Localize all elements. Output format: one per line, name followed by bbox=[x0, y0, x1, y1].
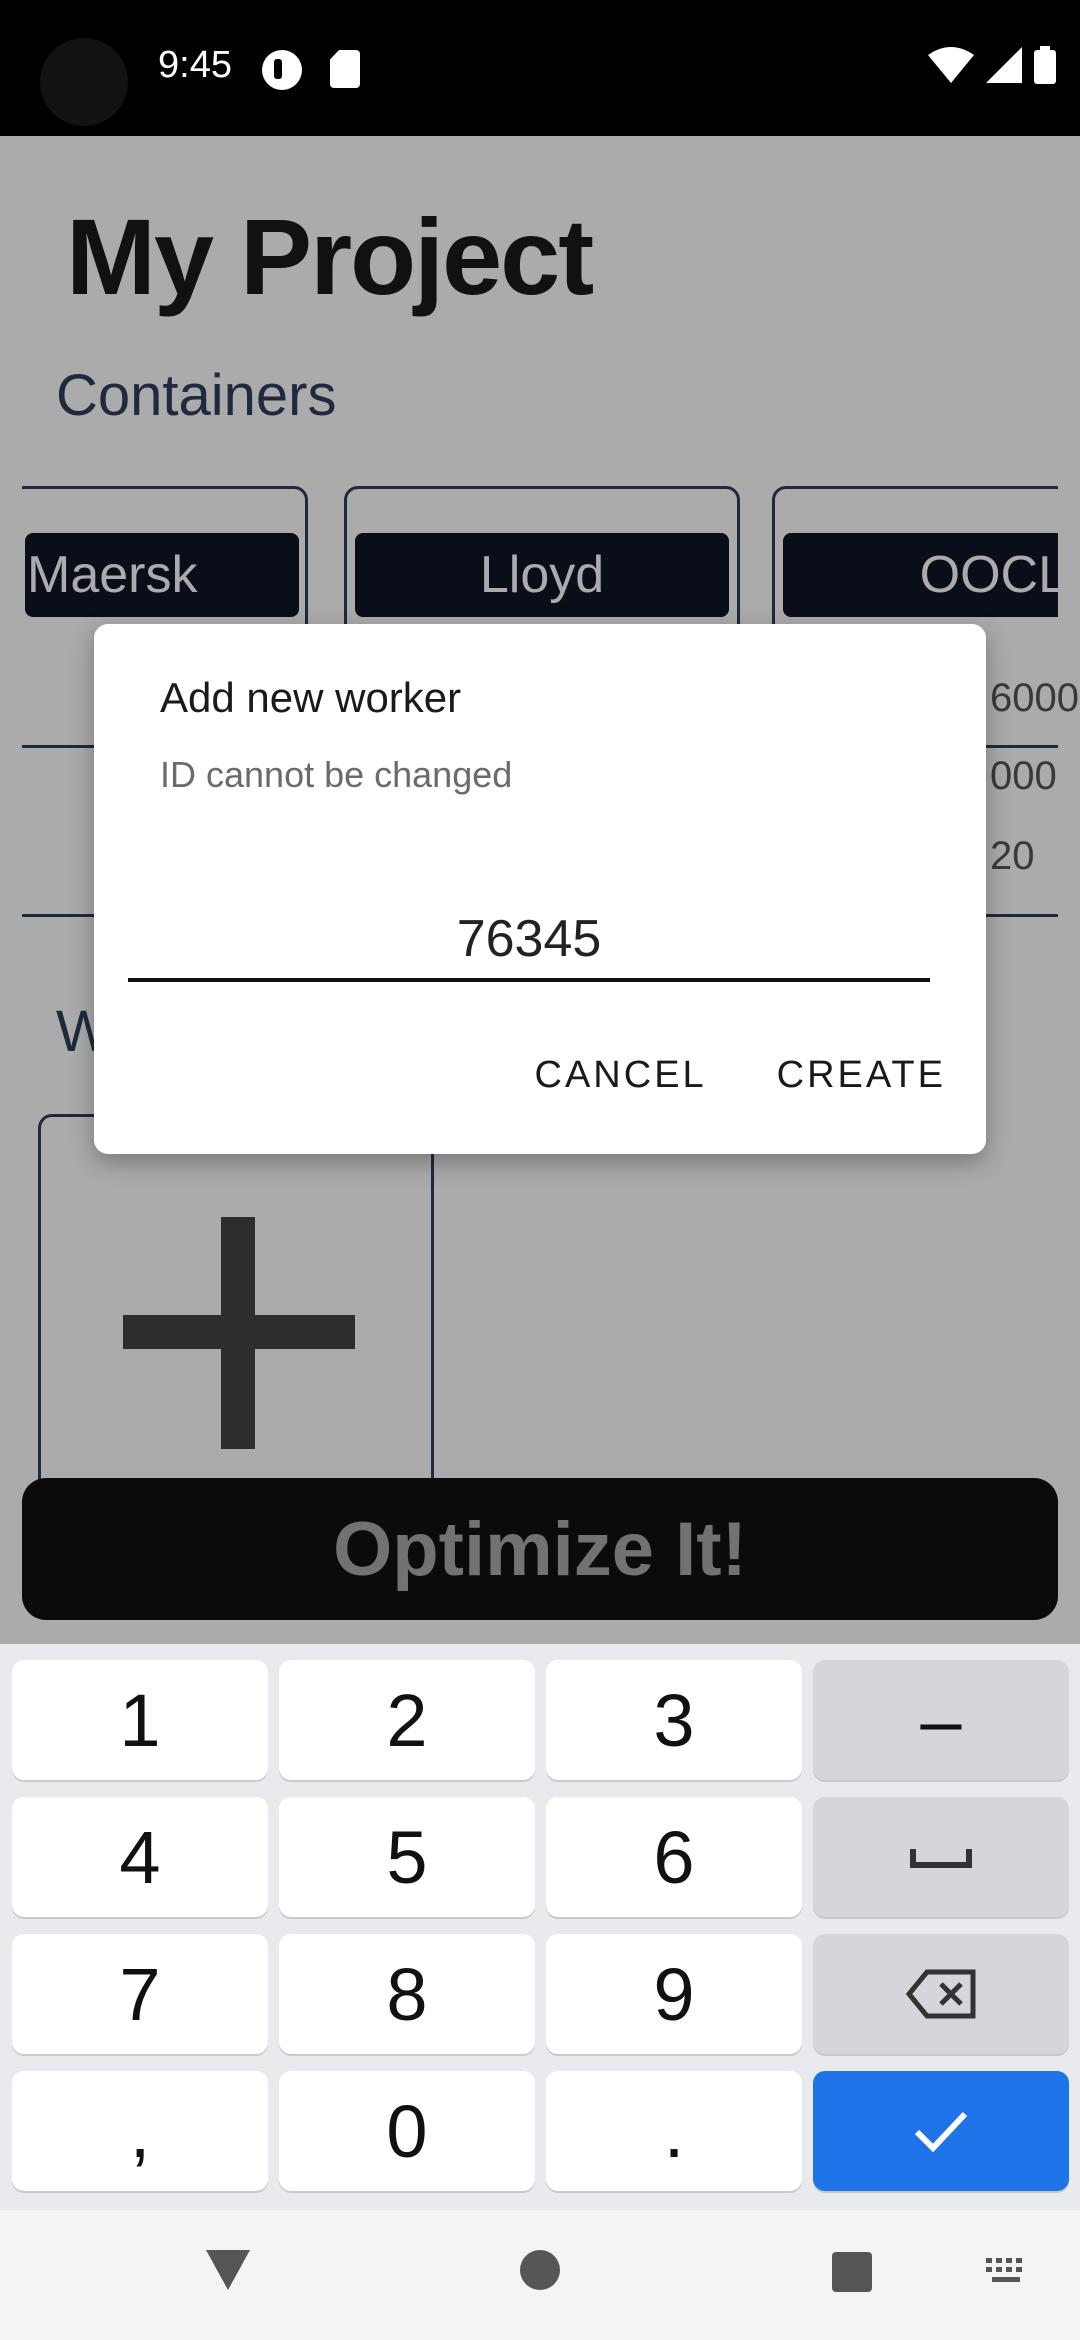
key-3[interactable]: 3 bbox=[546, 1660, 802, 1780]
home-icon[interactable] bbox=[520, 2250, 560, 2290]
battery-icon bbox=[1034, 46, 1056, 84]
create-button[interactable]: CREATE bbox=[777, 1054, 946, 1097]
signal-icon bbox=[986, 47, 1022, 83]
key-9[interactable]: 9 bbox=[546, 1934, 802, 2054]
key-minus[interactable]: – bbox=[813, 1660, 1069, 1780]
key-5[interactable]: 5 bbox=[279, 1797, 535, 1917]
backspace-icon bbox=[905, 1969, 976, 2019]
camera-cutout bbox=[40, 38, 128, 126]
key-backspace[interactable] bbox=[813, 1934, 1069, 2054]
notification-icon bbox=[262, 50, 302, 90]
status-icons bbox=[928, 46, 1056, 84]
key-7[interactable]: 7 bbox=[12, 1934, 268, 2054]
key-8[interactable]: 8 bbox=[279, 1934, 535, 2054]
sd-card-icon bbox=[330, 50, 360, 88]
key-comma[interactable]: , bbox=[12, 2071, 268, 2191]
key-2[interactable]: 2 bbox=[279, 1660, 535, 1780]
key-space[interactable] bbox=[813, 1797, 1069, 1917]
dialog-title: Add new worker bbox=[160, 674, 462, 721]
key-6[interactable]: 6 bbox=[546, 1797, 802, 1917]
recents-icon[interactable] bbox=[832, 2252, 872, 2292]
wifi-icon bbox=[928, 47, 974, 83]
dialog-subtitle: ID cannot be changed bbox=[160, 754, 513, 795]
add-worker-dialog: Add new worker ID cannot be changed CANC… bbox=[94, 624, 986, 1154]
back-icon[interactable] bbox=[206, 2250, 250, 2290]
worker-id-input[interactable] bbox=[128, 900, 930, 982]
check-icon bbox=[914, 2111, 968, 2152]
space-icon bbox=[910, 1849, 972, 1868]
keyboard-switch-icon[interactable] bbox=[984, 2256, 1030, 2286]
key-1[interactable]: 1 bbox=[12, 1660, 268, 1780]
key-0[interactable]: 0 bbox=[279, 2071, 535, 2191]
system-nav-bar bbox=[0, 2210, 1080, 2340]
numeric-keyboard: 1 2 3 – 4 5 6 7 8 9 , 0 . bbox=[0, 1644, 1080, 2210]
dialog-actions: CANCEL CREATE bbox=[535, 1054, 946, 1097]
status-bar: 9:45 bbox=[0, 0, 1080, 136]
cancel-button[interactable]: CANCEL bbox=[535, 1054, 707, 1097]
key-4[interactable]: 4 bbox=[12, 1797, 268, 1917]
status-time: 9:45 bbox=[158, 44, 232, 86]
key-period[interactable]: . bbox=[546, 2071, 802, 2191]
key-done[interactable] bbox=[813, 2071, 1069, 2191]
